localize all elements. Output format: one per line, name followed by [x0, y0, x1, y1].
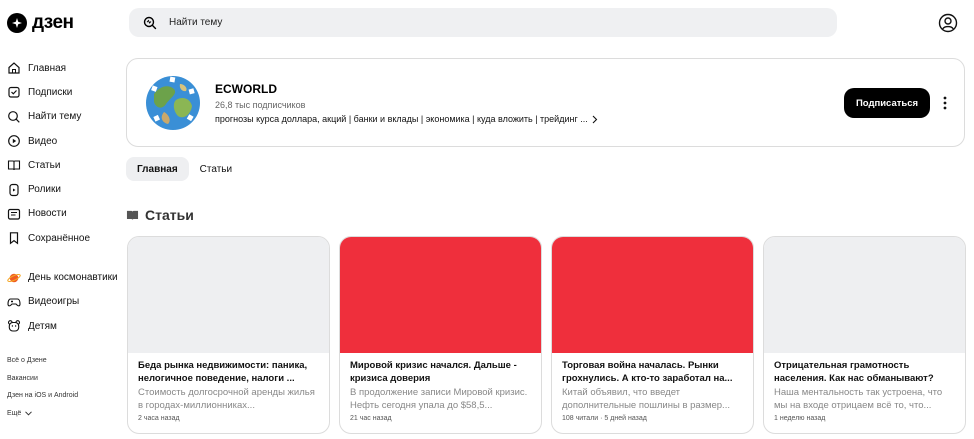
article-thumbnail: [340, 237, 541, 353]
sidebar-item-label: Найти тему: [28, 111, 82, 123]
sidebar-item-news[interactable]: Новости: [7, 202, 122, 226]
sidebar-item-label: День космонавтики: [28, 272, 118, 284]
sidebar-item-home[interactable]: Главная: [7, 56, 122, 80]
article-snippet: Китай объявил, что введет дополнительные…: [562, 387, 730, 411]
articles-icon: [7, 160, 21, 171]
sidebar-item-cosmonautics-day[interactable]: День космонавтики: [7, 265, 122, 289]
bookmark-icon: [9, 232, 19, 245]
tab-articles[interactable]: Статьи: [189, 157, 243, 181]
sidebar-item-label: Сохранённое: [28, 232, 91, 244]
section-title: Статьи: [145, 207, 194, 223]
search-icon: [143, 16, 157, 29]
article-title: Беда рынка недвижимости: паника, нелогич…: [138, 360, 308, 384]
sidebar-item-kids[interactable]: Детям: [7, 314, 122, 338]
sidebar-item-subscriptions[interactable]: Подписки: [7, 80, 122, 104]
chevron-down-icon: [25, 411, 33, 416]
article-meta: 2 часа назад: [138, 415, 180, 422]
channel-description-text: прогнозы курса доллара, акций | банки и …: [215, 114, 588, 124]
search-icon: [8, 110, 20, 123]
footer-link-vacancies[interactable]: Вакансии: [7, 370, 78, 388]
sidebar-item-video[interactable]: Видео: [7, 129, 122, 153]
logo-icon: [7, 13, 27, 33]
more-options-icon[interactable]: [939, 95, 951, 111]
article-card[interactable]: Беда рынка недвижимости: паника, нелогич…: [127, 236, 330, 434]
logo[interactable]: дзен: [7, 12, 74, 34]
article-thumbnail: [764, 237, 965, 353]
article-title: Торговая война началась. Рынки грохнулис…: [562, 360, 733, 384]
video-icon: [8, 135, 20, 147]
sidebar-item-label: Детям: [28, 320, 57, 332]
channel-tabs: Главная Статьи: [126, 157, 243, 181]
sidebar-item-label: Ролики: [28, 184, 61, 196]
gamepad-icon: [7, 298, 21, 307]
sidebar-item-clips[interactable]: Ролики: [7, 177, 122, 201]
channel-header: ECWORLD 26,8 тыс подписчиков прогнозы ку…: [126, 58, 965, 147]
sidebar-footer: Всё о Дзене Вакансии Дзен на iOS и Andro…: [7, 352, 78, 422]
chevron-right-icon: [592, 115, 598, 123]
article-snippet: Стоимость долгосрочной аренды жилья в го…: [138, 387, 315, 411]
article-meta: 21 час назад: [350, 415, 392, 422]
sidebar-item-label: Видеоигры: [28, 296, 80, 308]
channel-description[interactable]: прогнозы курса доллара, акций | банки и …: [215, 114, 598, 124]
article-title: Мировой кризис начался. Дальше - кризиса…: [350, 360, 517, 384]
kids-icon: [7, 320, 21, 332]
search-input[interactable]: [169, 17, 769, 28]
article-thumbnail: [552, 237, 753, 353]
news-icon: [7, 208, 21, 220]
footer-link-about[interactable]: Всё о Дзене: [7, 352, 78, 370]
logo-text: дзен: [32, 12, 74, 33]
channel-subscribers: 26,8 тыс подписчиков: [215, 100, 306, 110]
articles-icon: [126, 210, 139, 221]
sidebar-item-articles[interactable]: Статьи: [7, 153, 122, 177]
sidebar-item-label: Статьи: [28, 159, 61, 171]
article-card[interactable]: Отрицательная грамотность населения. Как…: [763, 236, 966, 434]
sidebar-item-label: Видео: [28, 135, 58, 147]
profile-icon[interactable]: [938, 13, 958, 33]
tab-main[interactable]: Главная: [126, 157, 189, 181]
article-thumbnail: [128, 237, 329, 353]
article-meta: 108 читали · 5 дней назад: [562, 415, 647, 422]
sidebar-item-label: Новости: [28, 208, 67, 220]
planet-icon: [7, 273, 21, 282]
sidebar-item-find-topic[interactable]: Найти тему: [7, 105, 122, 129]
footer-more[interactable]: Ещё: [7, 405, 78, 423]
sidebar-item-label: Подписки: [28, 86, 73, 98]
article-title: Отрицательная грамотность населения. Как…: [774, 360, 934, 384]
article-snippet: В продолжение записи Мировой кризис. Неф…: [350, 387, 528, 411]
article-meta: 1 неделю назад: [774, 415, 826, 422]
sidebar-item-label: Главная: [28, 62, 67, 74]
subscribe-button[interactable]: Подписаться: [844, 88, 930, 118]
sidebar-nav: Главная Подписки Найти тему Видео Статьи…: [7, 56, 122, 338]
footer-more-label: Ещё: [7, 409, 22, 417]
channel-name: ECWORLD: [215, 82, 277, 96]
channel-avatar[interactable]: [144, 74, 202, 132]
articles-section-header: Статьи: [126, 207, 194, 223]
article-snippet: Наша ментальность так устроена, что мы н…: [774, 387, 943, 411]
article-card[interactable]: Торговая война началась. Рынки грохнулис…: [551, 236, 754, 434]
sidebar-item-videogames[interactable]: Видеоигры: [7, 290, 122, 314]
footer-link-apps[interactable]: Дзен на iOS и Android: [7, 387, 78, 405]
article-card[interactable]: Мировой кризис начался. Дальше - кризиса…: [339, 236, 542, 434]
subscriptions-icon: [8, 87, 20, 99]
search-bar[interactable]: [129, 8, 837, 37]
clips-icon: [9, 183, 19, 196]
sidebar-item-saved[interactable]: Сохранённое: [7, 226, 122, 250]
home-icon: [8, 62, 20, 74]
